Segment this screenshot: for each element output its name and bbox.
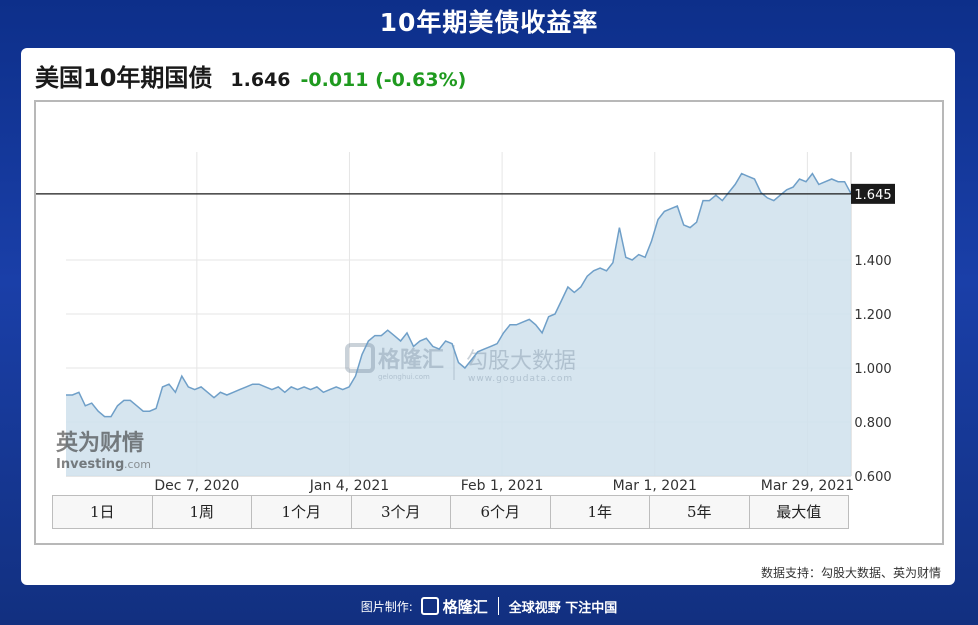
footer-brand-name: 格隆汇 bbox=[442, 597, 488, 616]
period-button-3m[interactable]: 3个月 bbox=[351, 496, 451, 528]
period-button-1y[interactable]: 1年 bbox=[550, 496, 650, 528]
chart-card: 美国10年期国债 1.646 -0.011 (-0.63%) 格隆汇 gelon… bbox=[21, 48, 955, 585]
x-tick-label-2: Feb 1, 2021 bbox=[461, 478, 544, 494]
yield-area-fill bbox=[66, 173, 851, 476]
yield-area bbox=[66, 173, 851, 476]
investing-suffix-text: .com bbox=[124, 458, 151, 471]
instrument-name: 美国10年期国债 bbox=[35, 64, 213, 92]
x-tick-label-4: Mar 29, 2021 bbox=[761, 478, 854, 494]
data-source: 数据支持：勾股大数据、英为财情 bbox=[760, 566, 941, 580]
period-button-max[interactable]: 最大值 bbox=[749, 496, 848, 528]
period-button-1d[interactable]: 1日 bbox=[53, 496, 153, 528]
investing-en-logo-text: Investing bbox=[56, 457, 124, 472]
y-tick-label-0: 0.600 bbox=[854, 470, 891, 485]
chart-frame: 格隆汇 gelonghui.com 勾股大数据 www.gogudata.com… bbox=[34, 100, 944, 545]
x-tick-label-0: Dec 7, 2020 bbox=[154, 478, 239, 494]
current-value-label: 1.645 bbox=[854, 188, 891, 203]
period-selector: 1日 1周 1个月 3个月 6个月 1年 5年 最大值 bbox=[52, 495, 849, 529]
footer: 图片制作: 格隆汇 全球视野 下注中国 bbox=[0, 592, 978, 620]
investing-cn-logo-text: 英为财情 bbox=[56, 430, 144, 456]
y-tick-label-4: 1.400 bbox=[854, 254, 891, 269]
price-change: -0.011 (-0.63%) bbox=[300, 69, 467, 91]
gelonghui-logo-icon bbox=[420, 597, 439, 615]
x-tick-label-3: Mar 1, 2021 bbox=[613, 478, 697, 494]
y-axis-ticks: 0.600 0.800 1.000 1.200 1.400 bbox=[854, 254, 891, 485]
x-axis-ticks: Dec 7, 2020 Jan 4, 2021 Feb 1, 2021 Mar 1, … bbox=[154, 478, 854, 494]
y-tick-label-1: 0.800 bbox=[854, 416, 891, 431]
footer-divider bbox=[497, 597, 499, 615]
page-title: 10年期美债收益率 bbox=[379, 8, 599, 37]
period-button-1m[interactable]: 1个月 bbox=[252, 496, 352, 528]
gogudata-watermark-text: 勾股大数据 bbox=[466, 349, 576, 374]
y-tick-label-2: 1.000 bbox=[854, 362, 891, 377]
period-button-6m[interactable]: 6个月 bbox=[451, 496, 551, 528]
gelonghui-watermark-text: 格隆汇 bbox=[378, 347, 444, 373]
last-price: 1.646 bbox=[230, 69, 291, 91]
yield-chart[interactable]: 格隆汇 gelonghui.com 勾股大数据 www.gogudata.com… bbox=[36, 102, 942, 494]
quote-header: 美国10年期国债 1.646 -0.011 (-0.63%) bbox=[35, 58, 467, 92]
gogudata-watermark-url: www.gogudata.com bbox=[468, 374, 573, 384]
footer-slogan: 全球视野 下注中国 bbox=[508, 600, 618, 616]
x-tick-label-1: Jan 4, 2021 bbox=[309, 478, 389, 494]
investing-watermark: 英为财情 Investing .com bbox=[56, 430, 151, 472]
period-button-1w[interactable]: 1周 bbox=[152, 496, 252, 528]
period-button-5y[interactable]: 5年 bbox=[650, 496, 750, 528]
gelonghui-watermark-url: gelonghui.com bbox=[378, 373, 430, 381]
made-by-label: 图片制作: bbox=[360, 599, 413, 614]
footer-brand: 格隆汇 bbox=[420, 596, 488, 617]
y-tick-label-3: 1.200 bbox=[854, 308, 891, 323]
